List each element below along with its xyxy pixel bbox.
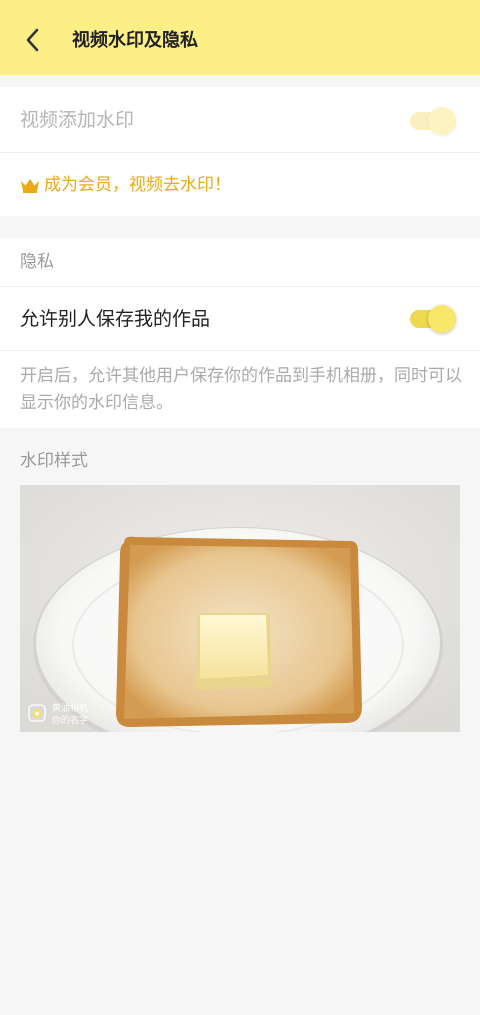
add-watermark-label: 视频添加水印 xyxy=(20,109,135,131)
privacy-section-label: 隐私 xyxy=(20,252,54,272)
add-watermark-toggle[interactable] xyxy=(410,107,456,135)
crown-icon xyxy=(21,179,39,193)
become-member-link[interactable]: 成为会员，视频去水印！ xyxy=(20,172,231,198)
toggle-knob xyxy=(428,305,456,333)
become-member-text: 成为会员，视频去水印！ xyxy=(44,175,231,195)
watermark-preview-image: 黄油相机 你的名字 xyxy=(20,485,460,732)
allow-save-description: 开启后，允许其他用户保存你的作品到手机相册，同时可以显示你的水印信息。 xyxy=(20,366,462,413)
watermark-style-label: 水印样式 xyxy=(20,451,88,471)
toggle-knob xyxy=(428,107,456,135)
divider xyxy=(0,286,480,287)
watermark-logo-icon xyxy=(28,704,46,722)
privacy-settings-card: 隐私 允许别人保存我的作品 开启后，允许其他用户保存你的作品到手机相册，同时可以… xyxy=(0,238,480,428)
watermark-app-name: 黄油相机 xyxy=(52,704,89,714)
allow-save-toggle[interactable] xyxy=(410,305,456,333)
divider xyxy=(0,350,480,351)
page-title: 视频水印及隐私 xyxy=(72,30,198,51)
watermark-user-name: 你的名字 xyxy=(52,716,89,726)
toast-plate-image xyxy=(20,485,460,732)
divider xyxy=(0,152,480,153)
chevron-left-icon[interactable] xyxy=(22,27,44,53)
allow-save-label: 允许别人保存我的作品 xyxy=(20,308,211,330)
top-bar: 视频水印及隐私 xyxy=(0,0,480,75)
